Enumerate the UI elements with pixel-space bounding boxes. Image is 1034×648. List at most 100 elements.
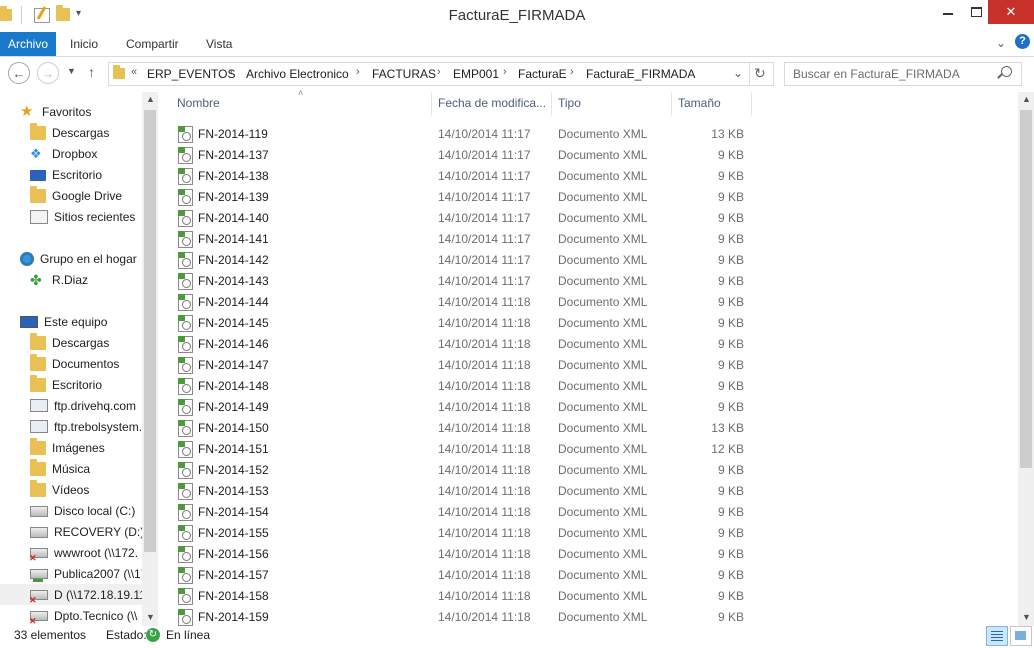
breadcrumb-facturae-firmada[interactable]: FacturaE_FIRMADA <box>586 67 695 81</box>
nav-pc-imagenes[interactable]: Imágenes <box>30 437 150 458</box>
large-icons-view-icon[interactable] <box>1010 626 1032 646</box>
column-separator[interactable] <box>671 92 672 116</box>
nav-label: Escritorio <box>52 377 103 392</box>
nav-pc-dpto-tecnico[interactable]: Dpto.Tecnico (\\ <box>30 605 150 626</box>
file-row[interactable]: FN-2014-137 14/10/2014 11:17 Documento XML… <box>172 144 752 165</box>
file-row[interactable]: FN-2014-147 14/10/2014 11:18 Documento XML… <box>172 354 752 375</box>
file-row[interactable]: FN-2014-158 14/10/2014 11:18 Documento XML… <box>172 585 752 606</box>
breadcrumb-separator[interactable]: › <box>437 66 441 78</box>
nav-favorites-escritorio[interactable]: Escritorio <box>30 164 150 185</box>
file-size: 9 KB <box>717 316 744 330</box>
nav-pc-descargas[interactable]: Descargas <box>30 332 150 353</box>
breadcrumb-erp-eventos[interactable]: ERP_EVENTOS <box>147 67 235 81</box>
breadcrumb-archivo-electronico[interactable]: Archivo Electronico <box>246 67 349 81</box>
file-row[interactable]: FN-2014-149 14/10/2014 11:18 Documento XML… <box>172 396 752 417</box>
nav-label: ftp.trebolsystem. <box>54 419 143 434</box>
nav-pc-musica[interactable]: Música <box>30 458 150 479</box>
nav-this-pc[interactable]: Este equipo <box>20 311 140 332</box>
file-row[interactable]: FN-2014-140 14/10/2014 11:17 Documento XML… <box>172 207 752 228</box>
nav-pc-wwwroot[interactable]: wwwroot (\\172. <box>30 542 150 563</box>
close-icon[interactable]: ✕ <box>988 0 1034 24</box>
file-row[interactable]: FN-2014-152 14/10/2014 11:18 Documento XML… <box>172 459 752 480</box>
scroll-down-icon[interactable]: ▼ <box>1022 612 1031 622</box>
breadcrumb-facturas[interactable]: FACTURAS <box>372 67 436 81</box>
file-row[interactable]: FN-2014-154 14/10/2014 11:18 Documento XML… <box>172 501 752 522</box>
file-row[interactable]: FN-2014-153 14/10/2014 11:18 Documento XML… <box>172 480 752 501</box>
column-header-name[interactable]: Nombre <box>177 96 220 110</box>
back-icon[interactable]: ← <box>8 62 30 84</box>
file-row[interactable]: FN-2014-159 14/10/2014 11:18 Documento XML… <box>172 606 752 627</box>
breadcrumb-emp001[interactable]: EMP001 <box>453 67 499 81</box>
column-header-size[interactable]: Tamaño <box>678 96 721 110</box>
nav-pc-videos[interactable]: Vídeos <box>30 479 150 500</box>
nav-favorites-descargas[interactable]: Descargas <box>30 122 150 143</box>
file-row[interactable]: FN-2014-119 14/10/2014 11:17 Documento XML… <box>172 123 752 144</box>
file-row[interactable]: FN-2014-146 14/10/2014 11:18 Documento XML… <box>172 333 752 354</box>
breadcrumb-separator[interactable]: › <box>503 66 507 78</box>
tab-archivo[interactable]: Archivo <box>0 32 56 56</box>
nav-favorites-dropbox[interactable]: ❖ Dropbox <box>30 143 150 164</box>
file-row[interactable]: FN-2014-156 14/10/2014 11:18 Documento XML… <box>172 543 752 564</box>
file-row[interactable]: FN-2014-143 14/10/2014 11:17 Documento XML… <box>172 270 752 291</box>
recent-locations-icon[interactable]: ▼ <box>67 66 76 76</box>
scroll-up-icon[interactable]: ▲ <box>146 94 155 104</box>
nav-pc-recovery-d[interactable]: RECOVERY (D:) <box>30 521 150 542</box>
tab-inicio[interactable]: Inicio <box>70 32 98 56</box>
address-dropdown-icon[interactable]: ⌄ <box>733 66 743 80</box>
nav-pc-ftp-trebolsystem[interactable]: ftp.trebolsystem. <box>30 416 150 437</box>
refresh-icon[interactable]: ↻ <box>754 65 766 82</box>
file-row[interactable]: FN-2014-144 14/10/2014 11:18 Documento XML… <box>172 291 752 312</box>
file-row[interactable]: FN-2014-142 14/10/2014 11:17 Documento XML… <box>172 249 752 270</box>
column-separator[interactable] <box>431 92 432 116</box>
breadcrumb-separator[interactable]: › <box>229 66 233 78</box>
file-row[interactable]: FN-2014-151 14/10/2014 11:18 Documento XML… <box>172 438 752 459</box>
column-header-date[interactable]: Fecha de modifica... <box>438 96 546 110</box>
file-type: Documento XML <box>558 610 648 624</box>
search-icon[interactable] <box>997 66 1012 79</box>
column-separator[interactable] <box>551 92 552 116</box>
file-list-scrollbar[interactable]: ▲ ▼ <box>1018 92 1034 626</box>
nav-pc-d-network[interactable]: D (\\172.18.19.11 <box>30 584 150 605</box>
nav-favorites[interactable]: ★ Favoritos <box>20 101 140 122</box>
breadcrumb-separator[interactable]: › <box>356 66 360 78</box>
help-icon[interactable]: ? <box>1015 34 1030 49</box>
scroll-up-icon[interactable]: ▲ <box>1022 94 1031 104</box>
file-row[interactable]: FN-2014-148 14/10/2014 11:18 Documento XML… <box>172 375 752 396</box>
column-header-type[interactable]: Tipo <box>558 96 581 110</box>
file-size: 9 KB <box>717 400 744 414</box>
forward-icon[interactable]: → <box>37 62 59 84</box>
details-view-icon[interactable] <box>986 626 1008 646</box>
file-row[interactable]: FN-2014-138 14/10/2014 11:17 Documento XML… <box>172 165 752 186</box>
nav-favorites-sitios-recientes[interactable]: Sitios recientes <box>30 206 150 227</box>
file-row[interactable]: FN-2014-150 14/10/2014 11:18 Documento XML… <box>172 417 752 438</box>
nav-homegroup-rdiaz[interactable]: ✤ R.Diaz <box>30 269 150 290</box>
file-row[interactable]: FN-2014-157 14/10/2014 11:18 Documento XML… <box>172 564 752 585</box>
nav-scrollbar[interactable]: ▲ ▼ <box>142 92 158 626</box>
file-row[interactable]: FN-2014-141 14/10/2014 11:17 Documento XML… <box>172 228 752 249</box>
file-list-scrollbar-thumb[interactable] <box>1020 110 1032 468</box>
nav-scrollbar-thumb[interactable] <box>144 110 156 552</box>
file-row[interactable]: FN-2014-145 14/10/2014 11:18 Documento XML… <box>172 312 752 333</box>
nav-favorites-google-drive[interactable]: Google Drive <box>30 185 150 206</box>
expand-ribbon-icon[interactable]: ⌄ <box>996 36 1006 50</box>
column-separator[interactable] <box>751 92 752 116</box>
breadcrumb-facturae[interactable]: FacturaE <box>518 67 567 81</box>
up-icon[interactable]: ↑ <box>88 64 95 80</box>
overflow-chevron[interactable]: « <box>131 66 137 78</box>
nav-pc-documentos[interactable]: Documentos <box>30 353 150 374</box>
address-bar[interactable]: « ERP_EVENTOS › Archivo Electronico › FA… <box>108 62 774 86</box>
nav-homegroup[interactable]: Grupo en el hogar <box>20 248 140 269</box>
nav-pc-disco-local-c[interactable]: Disco local (C:) <box>30 500 150 521</box>
nav-pc-ftp-drivehq[interactable]: ftp.drivehq.com <box>30 395 150 416</box>
file-row[interactable]: FN-2014-139 14/10/2014 11:17 Documento XML… <box>172 186 752 207</box>
file-row[interactable]: FN-2014-155 14/10/2014 11:18 Documento XML… <box>172 522 752 543</box>
breadcrumb-separator[interactable]: › <box>570 66 574 78</box>
tab-compartir[interactable]: Compartir <box>126 32 179 56</box>
scroll-down-icon[interactable]: ▼ <box>146 612 155 622</box>
nav-pc-publica2007[interactable]: Publica2007 (\\17 <box>30 563 150 584</box>
nav-pc-escritorio[interactable]: Escritorio <box>30 374 150 395</box>
nav-label: Publica2007 (\\17 <box>54 566 148 581</box>
search-input[interactable]: Buscar en FacturaE_FIRMADA <box>793 67 960 81</box>
tab-vista[interactable]: Vista <box>206 32 232 56</box>
search-box[interactable]: Buscar en FacturaE_FIRMADA <box>784 62 1022 86</box>
